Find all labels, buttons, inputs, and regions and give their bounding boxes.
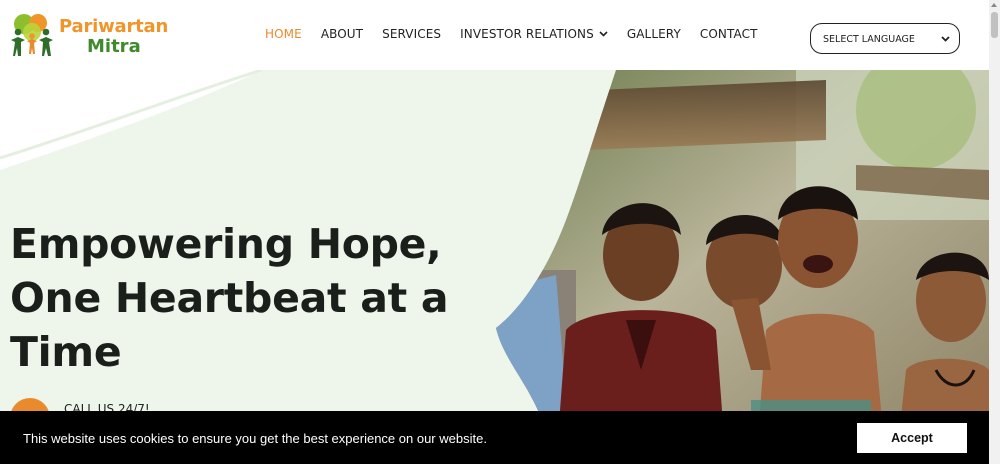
nav-about[interactable]: ABOUT (321, 27, 363, 41)
chevron-down-icon (941, 36, 950, 42)
scrollbar-thumb[interactable] (991, 12, 998, 38)
logo-text: Pariwartan Mitra (59, 17, 168, 57)
scroll-up-arrow-icon[interactable] (991, 3, 997, 7)
cookie-consent-bar: This website uses cookies to ensure you … (0, 411, 989, 464)
nav-home[interactable]: HOME (265, 27, 302, 41)
hero-children-photo (496, 70, 989, 464)
logo-line2: Mitra (87, 36, 141, 57)
page-scrollbar[interactable] (989, 0, 1000, 464)
hero-headline-line1: Empowering Hope, (10, 220, 442, 268)
logo-line1: Pariwartan (59, 16, 169, 37)
language-select[interactable]: SELECT LANGUAGE (810, 23, 960, 54)
nav-services[interactable]: SERVICES (382, 27, 441, 41)
hero-headline-line3: Time (10, 328, 122, 376)
nav-contact[interactable]: CONTACT (700, 27, 758, 41)
main-nav: HOME ABOUT SERVICES INVESTOR RELATIONS G… (265, 27, 777, 41)
chevron-down-icon[interactable] (599, 31, 608, 37)
site-header: Pariwartan Mitra HOME ABOUT SERVICES INV… (0, 0, 989, 70)
nav-investor-relations[interactable]: INVESTOR RELATIONS (460, 27, 594, 41)
nav-gallery[interactable]: GALLERY (627, 27, 681, 41)
language-select-label: SELECT LANGUAGE (823, 34, 915, 45)
hero-headline: Empowering Hope, One Heartbeat at a Time (10, 217, 480, 379)
logo-people-icon (11, 14, 53, 56)
accept-cookies-button[interactable]: Accept (857, 423, 967, 453)
cookie-message: This website uses cookies to ensure you … (23, 431, 487, 446)
nav-investor-relations-item[interactable]: INVESTOR RELATIONS (460, 27, 608, 41)
hero-headline-line2: One Heartbeat at a (10, 274, 449, 322)
site-logo[interactable]: Pariwartan Mitra (8, 10, 178, 60)
